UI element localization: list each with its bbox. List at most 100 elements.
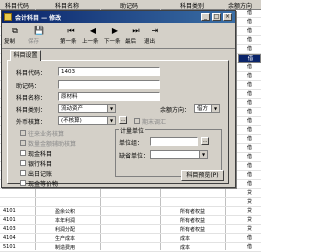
dialog-toolbar: ⧉ 复制 💾 保存 ⏮ 第一条 ◀ 上一条 ▶ 下一条 ⏭ 最后 ⇥ 退出 (2, 24, 235, 49)
balance-direction-cell[interactable]: 借 (238, 162, 261, 170)
checkbox-quantity-label: 数量金额辅助核算 (28, 141, 77, 148)
direction-select[interactable]: 借方 ▼ (194, 104, 220, 113)
checkbox-journal[interactable] (20, 170, 26, 176)
app-icon (4, 13, 12, 21)
checkbox-cash-equivalent-label: 现金等价物 (28, 181, 59, 188)
direction-label: 余额方向： (160, 107, 191, 114)
checkbox-cash-equivalent[interactable] (20, 180, 26, 186)
balance-direction-cell[interactable]: 贷 (238, 198, 261, 206)
balance-direction-cell[interactable]: 借 (238, 45, 261, 53)
account-name-cell: 生产成本 (55, 236, 76, 242)
first-label: 第一条 (60, 39, 77, 45)
balance-direction-cell[interactable]: 贷 (238, 189, 261, 197)
unit-group-lookup-button[interactable]: … (201, 137, 209, 145)
checkbox-bank[interactable] (20, 160, 26, 166)
close-icon[interactable]: × (223, 13, 232, 21)
balance-direction-cell[interactable]: 借 (238, 36, 261, 44)
next-record-button[interactable]: ▶ 下一条 (104, 25, 126, 47)
balance-direction-cell[interactable]: 贷 (238, 207, 261, 215)
balance-direction-cell[interactable]: 借 (238, 54, 261, 63)
balance-direction-cell[interactable]: 借 (238, 72, 261, 80)
table-row[interactable]: 贷 (0, 198, 261, 207)
balance-direction-cell[interactable]: 借 (238, 81, 261, 89)
mnemonic-label: 助记码： (16, 83, 41, 90)
fx-adjust-label: 期末调汇 (142, 119, 167, 126)
table-row[interactable]: 贷 (0, 189, 261, 198)
copy-icon: ⧉ (12, 26, 18, 35)
code-input[interactable]: 1403 (58, 67, 160, 76)
prev-record-button[interactable]: ◀ 上一条 (82, 25, 104, 47)
unit-group-title: 计量单位 (119, 126, 146, 135)
exit-label: 退出 (144, 39, 156, 45)
balance-direction-cell[interactable]: 借 (238, 108, 261, 116)
balance-direction-cell[interactable]: 借 (238, 99, 261, 107)
minimize-icon[interactable]: _ (201, 13, 210, 21)
balance-direction-cell[interactable]: 借 (238, 9, 261, 17)
exit-button[interactable]: ⇥ 退出 (144, 25, 166, 47)
chevron-down-icon[interactable]: ▼ (199, 151, 207, 158)
fx-select[interactable]: (不核算) ▼ (58, 116, 116, 125)
table-row[interactable]: 4101 本年利润 所有者权益 贷 (0, 216, 261, 225)
balance-direction-cell[interactable]: 借 (238, 180, 261, 188)
chevron-down-icon[interactable]: ▼ (107, 105, 115, 112)
table-row[interactable]: 4103 利润分配 所有者权益 贷 (0, 225, 261, 234)
fx-adjust-checkbox[interactable] (134, 118, 140, 124)
unit-group-input[interactable] (150, 137, 198, 146)
balance-direction-cell[interactable]: 借 (238, 144, 261, 152)
checkbox-quantity[interactable] (20, 140, 26, 146)
balance-direction-cell[interactable]: 贷 (238, 225, 261, 233)
account-code-cell: 4104 (3, 235, 16, 241)
dialog-titlebar[interactable]: 会计科目 — 修改 _ □ × (2, 11, 235, 23)
fx-lookup-button[interactable]: … (119, 116, 127, 124)
first-record-button[interactable]: ⏮ 第一条 (60, 25, 82, 47)
mnemonic-input[interactable] (58, 80, 160, 89)
account-name-cell: 利润分配 (55, 227, 76, 233)
balance-direction-cell[interactable]: 借 (238, 126, 261, 134)
name-input[interactable]: 原材料 (58, 92, 160, 101)
checkbox-contact[interactable] (20, 130, 26, 136)
balance-direction-cell[interactable]: 借 (238, 171, 261, 179)
type-select[interactable]: 流动资产 ▼ (58, 104, 116, 113)
balance-direction-cell[interactable]: 借 (238, 90, 261, 98)
copy-button[interactable]: ⧉ 复制 (4, 25, 26, 47)
checkbox-cash[interactable] (20, 150, 26, 156)
table-row[interactable]: 4101 盈余公积 所有者权益 贷 (0, 207, 261, 216)
dialog-title: 会计科目 — 修改 (15, 15, 62, 22)
save-label: 保存 (28, 39, 40, 45)
fx-label: 外币核算： (16, 119, 47, 126)
balance-direction-cell[interactable]: 借 (238, 135, 261, 143)
account-name-cell: 盈余公积 (55, 209, 76, 215)
balance-direction-cell[interactable]: 借 (238, 234, 261, 242)
balance-direction-cell[interactable]: 借 (238, 27, 261, 35)
balance-direction-cell[interactable]: 借 (238, 153, 261, 161)
save-button[interactable]: 💾 保存 (28, 25, 50, 47)
last-label: 最后 (125, 39, 137, 45)
tab-account-settings[interactable]: 科目设置 (10, 50, 41, 61)
balance-direction-cell[interactable]: 借 (238, 63, 261, 71)
table-row[interactable]: 5101 制造费用 成本借 (0, 243, 261, 252)
chevron-down-icon[interactable]: ▼ (211, 105, 219, 112)
direction-value: 借方 (197, 106, 209, 112)
chevron-down-icon[interactable]: ▼ (107, 117, 115, 124)
account-type-cell: 所有者权益 (180, 209, 206, 215)
first-icon: ⏮ (67, 26, 75, 35)
account-code-cell: 5101 (3, 244, 16, 250)
account-name-cell: 本年利润 (55, 218, 76, 224)
account-edit-dialog: 会计科目 — 修改 _ □ × ⧉ 复制 💾 保存 ⏮ 第一条 ◀ 上一条 ▶ … (1, 10, 236, 188)
balance-direction-cell[interactable]: 借 (238, 18, 261, 26)
last-icon: ⏭ (132, 26, 140, 35)
maximize-icon[interactable]: □ (212, 13, 221, 21)
checkbox-cash-label: 现金科目 (28, 151, 53, 158)
default-unit-label: 缺省单位： (119, 153, 150, 160)
balance-direction-cell[interactable]: 贷 (238, 216, 261, 224)
code-label: 科目代码： (16, 70, 47, 77)
type-value: 流动资产 (61, 106, 84, 112)
account-type-cell: 所有者权益 (180, 218, 206, 224)
table-row[interactable]: 4104 生产成本 成本 借 (0, 234, 261, 243)
balance-direction-cell[interactable]: 借 (238, 117, 261, 125)
checkbox-journal-label: 出日记账 (28, 171, 53, 178)
unit-group-label: 单位组： (119, 140, 144, 147)
next-icon: ▶ (111, 26, 119, 35)
default-unit-select[interactable]: ▼ (150, 150, 208, 159)
account-preview-button[interactable]: 科目预览(P) (181, 170, 224, 181)
